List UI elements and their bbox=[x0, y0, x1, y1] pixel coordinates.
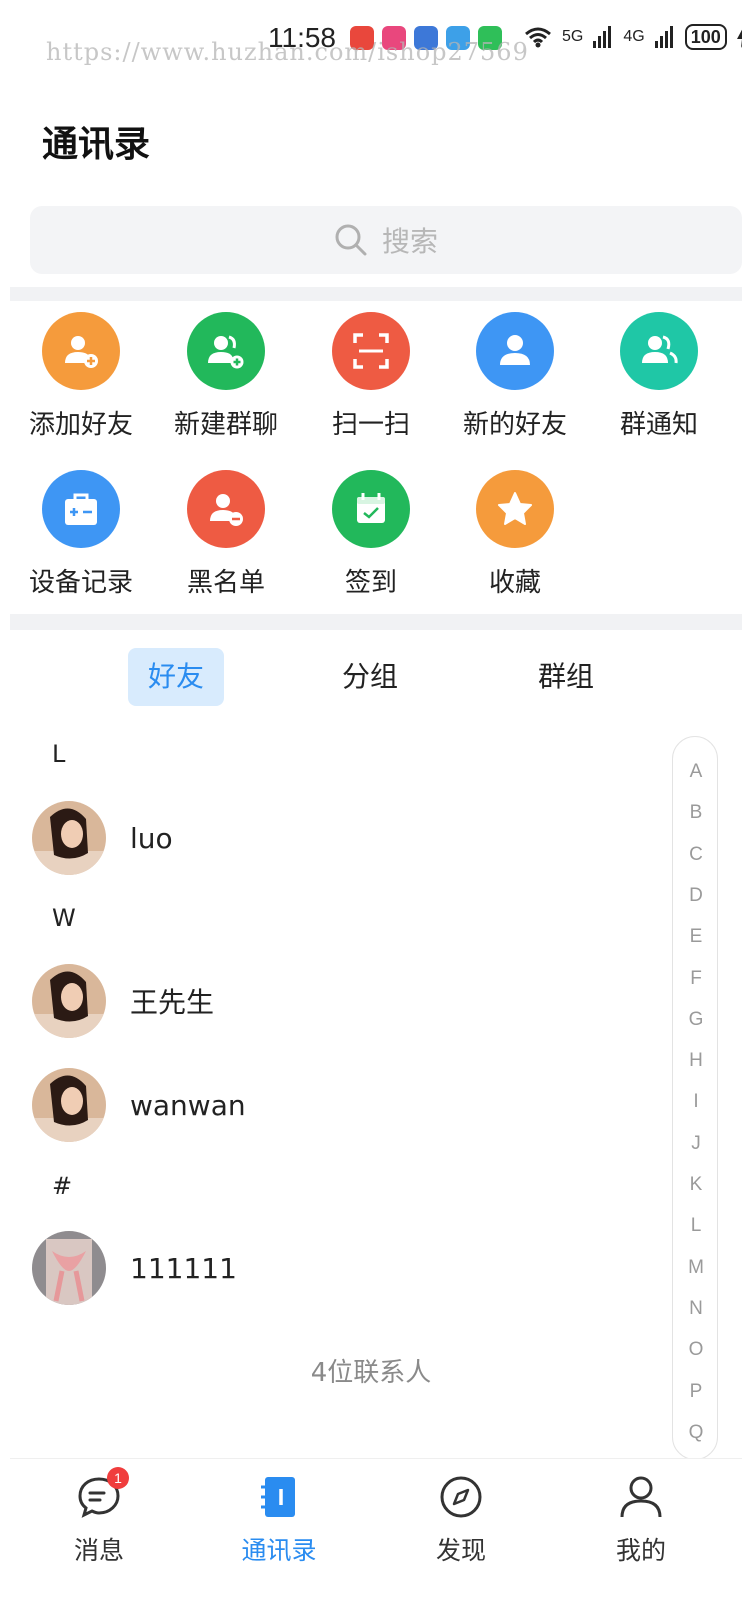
function-label: 黑名单 bbox=[186, 568, 265, 598]
new-group-icon bbox=[187, 312, 265, 390]
index-letter-c[interactable]: C bbox=[673, 844, 719, 866]
page-title: 通讯录 bbox=[42, 124, 151, 165]
search-placeholder: 搜索 bbox=[381, 225, 438, 258]
index-letter-n[interactable]: N bbox=[673, 1298, 719, 1320]
blacklist-icon bbox=[187, 470, 265, 548]
function-label: 签到 bbox=[344, 568, 397, 598]
tab-groups-category[interactable]: 分组 bbox=[322, 648, 418, 706]
index-letter-b[interactable]: B bbox=[673, 802, 719, 824]
index-letter-k[interactable]: K bbox=[673, 1174, 719, 1196]
signal-icon bbox=[593, 26, 612, 48]
scan-icon bbox=[332, 312, 410, 390]
avatar bbox=[32, 1068, 106, 1142]
watermark: https://www.huzhan.com/ishop27569 bbox=[46, 38, 529, 66]
function-label: 新建群聊 bbox=[173, 410, 278, 440]
new-group-button[interactable]: 新建群聊 bbox=[153, 312, 299, 441]
message-icon: 1 bbox=[75, 1467, 129, 1521]
search-input[interactable]: 搜索 bbox=[30, 206, 742, 274]
index-letter-j[interactable]: J bbox=[673, 1133, 719, 1155]
compass-icon bbox=[437, 1473, 485, 1521]
section-letter: W bbox=[52, 904, 76, 932]
index-letter-q[interactable]: Q bbox=[673, 1422, 719, 1444]
status-bar: 11:58 5G 4G 100 https://www.huzhan.com/i… bbox=[0, 0, 742, 80]
unread-badge: 1 bbox=[107, 1467, 129, 1489]
group-notice-icon bbox=[620, 312, 698, 390]
function-label: 群通知 bbox=[619, 410, 698, 440]
contact-row[interactable]: wanwan bbox=[32, 1067, 246, 1143]
favorite-button[interactable]: 收藏 bbox=[442, 470, 588, 599]
charging-icon bbox=[736, 29, 742, 48]
profile-icon bbox=[617, 1473, 665, 1521]
contact-count: 4位联系人 bbox=[310, 1358, 432, 1388]
index-letter-h[interactable]: H bbox=[673, 1050, 719, 1072]
contact-row[interactable]: 111111 bbox=[32, 1230, 237, 1306]
function-label: 新的好友 bbox=[462, 410, 567, 440]
avatar bbox=[32, 1231, 106, 1305]
contacts-icon bbox=[255, 1473, 303, 1521]
avatar bbox=[32, 801, 106, 875]
index-letter-i[interactable]: I bbox=[673, 1091, 719, 1113]
function-label: 扫一扫 bbox=[331, 410, 410, 440]
index-letter-f[interactable]: F bbox=[673, 968, 719, 990]
section-divider bbox=[10, 287, 742, 301]
signal-icon bbox=[654, 26, 673, 48]
section-letter: # bbox=[52, 1172, 73, 1200]
signal-4g-label: 4G bbox=[623, 28, 645, 45]
function-label: 设备记录 bbox=[28, 568, 133, 598]
index-letter-a[interactable]: A bbox=[673, 761, 719, 783]
device-record-button[interactable]: 设备记录 bbox=[8, 470, 154, 599]
blacklist-button[interactable]: 黑名单 bbox=[153, 470, 299, 599]
bottom-tab-bar: 1 消息 通讯录 发现 我的 bbox=[10, 1458, 742, 1617]
avatar bbox=[32, 964, 106, 1038]
tab-contacts[interactable]: 通讯录 bbox=[204, 1473, 354, 1567]
function-label: 添加好友 bbox=[28, 410, 133, 440]
index-letter-l[interactable]: L bbox=[673, 1215, 719, 1237]
tab-friends[interactable]: 好友 bbox=[128, 648, 224, 706]
add-friend-button[interactable]: 添加好友 bbox=[8, 312, 154, 441]
contact-row[interactable]: 王先生 bbox=[32, 963, 214, 1039]
new-friend-button[interactable]: 新的好友 bbox=[442, 312, 588, 441]
contact-name: luo bbox=[130, 821, 173, 855]
alphabet-index-bar[interactable]: ABCDEFGHIJKLMNOPQ bbox=[672, 736, 718, 1460]
tab-label: 我的 bbox=[615, 1536, 666, 1565]
function-label: 收藏 bbox=[488, 568, 541, 598]
contact-name: wanwan bbox=[130, 1088, 246, 1122]
battery-level: 100 bbox=[684, 24, 727, 50]
device-record-icon bbox=[42, 470, 120, 548]
tab-label: 发现 bbox=[435, 1536, 486, 1565]
checkin-icon bbox=[332, 470, 410, 548]
search-icon bbox=[335, 224, 367, 256]
group-notice-button[interactable]: 群通知 bbox=[586, 312, 732, 441]
index-letter-e[interactable]: E bbox=[673, 926, 719, 948]
index-letter-d[interactable]: D bbox=[673, 885, 719, 907]
scan-button[interactable]: 扫一扫 bbox=[298, 312, 444, 441]
index-letter-p[interactable]: P bbox=[673, 1381, 719, 1403]
tab-label: 消息 bbox=[73, 1536, 124, 1565]
contact-tabs: 好友 分组 群组 bbox=[0, 648, 742, 706]
status-indicators: 5G 4G 100 bbox=[524, 24, 742, 50]
signal-5g-label: 5G bbox=[562, 28, 584, 45]
index-letter-o[interactable]: O bbox=[673, 1339, 719, 1361]
tab-messages[interactable]: 1 消息 bbox=[24, 1467, 174, 1567]
contact-name: 王先生 bbox=[130, 986, 215, 1019]
index-letter-g[interactable]: G bbox=[673, 1009, 719, 1031]
tab-group-chats[interactable]: 群组 bbox=[518, 648, 614, 706]
tab-label: 通讯录 bbox=[241, 1536, 317, 1565]
contact-row[interactable]: luo bbox=[32, 800, 173, 876]
section-divider bbox=[10, 614, 742, 630]
tab-discover[interactable]: 发现 bbox=[386, 1473, 536, 1567]
new-friend-icon bbox=[476, 312, 554, 390]
add-friend-icon bbox=[42, 312, 120, 390]
checkin-button[interactable]: 签到 bbox=[298, 470, 444, 599]
tab-profile[interactable]: 我的 bbox=[566, 1473, 716, 1567]
contact-name: 111111 bbox=[130, 1251, 237, 1285]
section-letter: L bbox=[52, 740, 66, 768]
index-letter-m[interactable]: M bbox=[673, 1257, 719, 1279]
favorite-icon bbox=[476, 470, 554, 548]
